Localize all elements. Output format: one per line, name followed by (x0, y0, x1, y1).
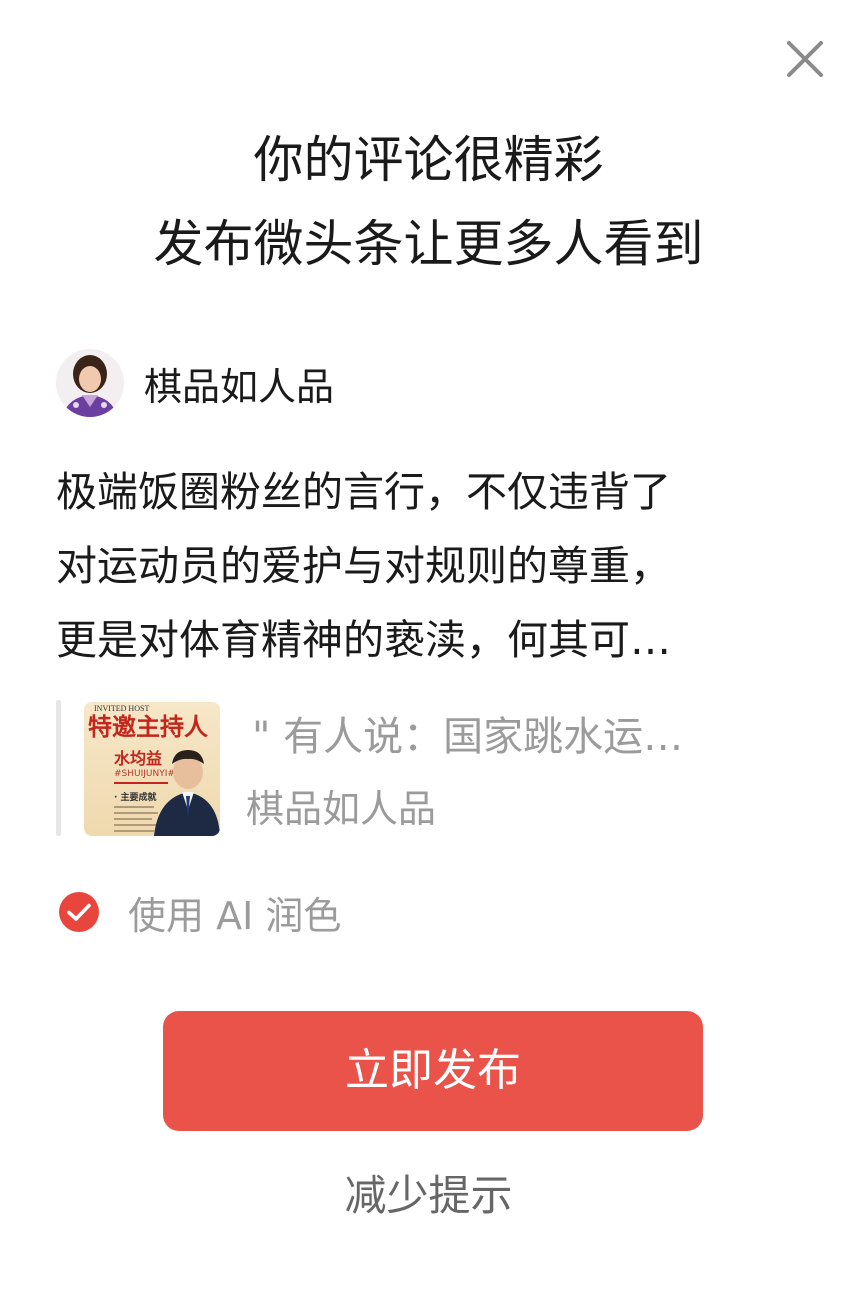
close-icon (787, 41, 823, 77)
thumb-section: · 主要成就 (114, 791, 157, 803)
quote-text: " 有人说：国家跳水运… (252, 714, 684, 760)
comment-line-2: 对运动员的爱护与对规则的尊重， (56, 542, 671, 590)
comment-line-3: 更是对体育精神的亵渎，何其可… (56, 616, 671, 664)
thumb-top-text: INVITED HOST (94, 704, 149, 713)
dialog-title: 你的评论很精彩 发布微头条让更多人看到 (0, 118, 857, 286)
author-name: 棋品如人品 (144, 364, 335, 409)
publish-button[interactable]: 立即发布 (163, 1011, 703, 1131)
reduce-prompts-link[interactable]: 减少提示 (0, 1166, 857, 1226)
author-row: 棋品如人品 (56, 348, 334, 418)
quote-author: 棋品如人品 (246, 787, 437, 831)
avatar (56, 349, 124, 417)
ai-polish-option[interactable]: 使用 AI 润色 (58, 888, 341, 938)
article-thumbnail: INVITED HOST 特邀主持人 水均益 #SHUIJUNYI# · 主要成… (84, 702, 220, 836)
close-button[interactable] (776, 30, 834, 88)
publish-prompt-dialog: 你的评论很精彩 发布微头条让更多人看到 棋品如人品 极端饭圈粉丝的言行，不仅违背… (0, 0, 857, 1298)
thumb-title: 特邀主持人 (88, 713, 208, 741)
quoted-article-card[interactable]: INVITED HOST 特邀主持人 水均益 #SHUIJUNYI# · 主要成… (56, 700, 801, 836)
checkbox-checked-icon[interactable] (58, 891, 100, 933)
comment-text: 极端饭圈粉丝的言行，不仅违背了 对运动员的爱护与对规则的尊重， 更是对体育精神的… (56, 455, 801, 677)
title-line-2: 发布微头条让更多人看到 (153, 215, 704, 273)
ai-polish-label: 使用 AI 润色 (128, 893, 342, 938)
thumb-sub: #SHUIJUNYI# (114, 769, 175, 779)
comment-line-1: 极端饭圈粉丝的言行，不仅违背了 (56, 468, 671, 516)
thumb-name: 水均益 (114, 749, 162, 768)
title-line-1: 你的评论很精彩 (253, 131, 604, 189)
quote-bar (56, 700, 61, 836)
